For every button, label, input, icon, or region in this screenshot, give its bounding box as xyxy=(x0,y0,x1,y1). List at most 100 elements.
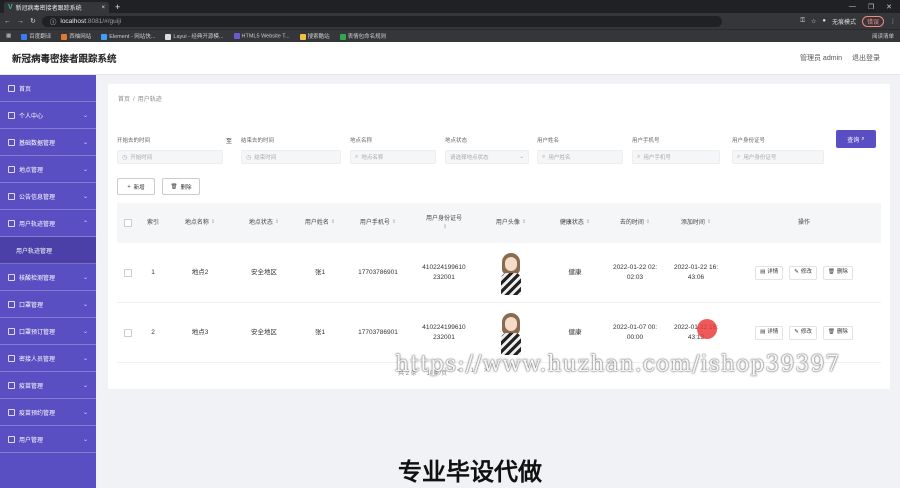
sidebar-item-notices[interactable]: 公告信息管理 ⌄ xyxy=(0,183,96,210)
sidebar-item-tracks[interactable]: 用户轨迹管理 ⌃ xyxy=(0,210,96,237)
avatar[interactable] xyxy=(499,311,523,355)
sidebar-item-profile[interactable]: 个人中心 ⌄ xyxy=(0,102,96,129)
edit-button[interactable]: ✎ 修改 xyxy=(789,325,817,340)
user-id-input[interactable]: ⌕ 用户身份证号 xyxy=(732,150,824,164)
column-header[interactable]: 添加时间 ⇕ xyxy=(665,219,727,228)
back-icon[interactable]: ← xyxy=(4,18,11,25)
sort-icon[interactable]: ⇕ xyxy=(211,219,215,227)
column-header[interactable]: 地点名称 ⇕ xyxy=(167,219,233,228)
maximize-icon[interactable]: ❐ xyxy=(868,3,874,11)
url-path: :8081/#/guiji xyxy=(86,17,122,25)
filter-label: 地点名称 xyxy=(350,138,373,144)
row-checkbox-cell[interactable] xyxy=(117,268,139,277)
chevron-down-icon: ⌄ xyxy=(82,193,88,200)
edit-button[interactable]: ✎ 修改 xyxy=(789,265,817,280)
bookmark-item[interactable]: 搜索酷站 xyxy=(299,32,330,40)
column-header[interactable]: 去的时间 ⇕ xyxy=(605,219,665,228)
cell-place: 地点2 xyxy=(191,268,209,276)
range-separator: 至 xyxy=(226,139,233,145)
column-header[interactable]: 健康状态 ⇕ xyxy=(545,219,605,228)
logout-link[interactable]: 退出登录 xyxy=(852,53,880,63)
bookmark-item[interactable]: Element - 网站快... xyxy=(101,32,155,40)
sort-icon[interactable]: ⇕ xyxy=(331,219,335,227)
input-placeholder: 地点名称 xyxy=(361,155,384,161)
menu-icon xyxy=(8,408,15,416)
column-header-label: 用户手机号 xyxy=(359,219,390,226)
sidebar-item-home[interactable]: 首页 xyxy=(0,75,96,102)
apps-icon[interactable]: ▦ xyxy=(6,33,11,39)
sort-icon[interactable]: ⇕ xyxy=(586,219,590,227)
column-header[interactable]: 用户身份证号 ⇕ xyxy=(411,215,477,232)
column-header[interactable]: 用户头像 ⇕ xyxy=(477,219,545,228)
minimize-icon[interactable]: — xyxy=(849,3,856,11)
start-time-input[interactable]: ◷ 开始时间 xyxy=(117,150,223,164)
breadcrumb-home[interactable]: 首页 xyxy=(118,97,130,103)
reload-icon[interactable]: ↻ xyxy=(30,17,36,25)
chevron-down-icon: ⌄ xyxy=(82,409,88,416)
place-name-input[interactable]: ⌕ 地点名称 xyxy=(350,150,436,164)
bookmark-label: 百度翻译 xyxy=(29,34,52,40)
sidebar-item-users[interactable]: 用户管理 ⌄ xyxy=(0,426,96,453)
trash-icon: 🗑 xyxy=(170,183,178,190)
sidebar-subitem-tracks[interactable]: 用户轨迹管理 xyxy=(0,237,96,264)
bookmark-favicon-icon xyxy=(165,33,172,40)
detail-button[interactable]: ▤ 详情 xyxy=(755,325,784,340)
bookmark-item[interactable]: 百度翻译 xyxy=(21,32,51,40)
address-bar[interactable]: ⓘ localhost:8081/#/guiji xyxy=(41,15,722,27)
cell-id-number: 410224199610 232001 xyxy=(411,323,477,343)
sidebar-item-vaccine-appointments[interactable]: 疫苗预约管理 ⌄ xyxy=(0,399,96,426)
trash-icon: 🗑 xyxy=(827,269,835,276)
close-window-icon[interactable]: ✕ xyxy=(886,3,892,11)
sidebar-item-masks[interactable]: 口罩管理 ⌄ xyxy=(0,291,96,318)
sort-icon[interactable]: ⇕ xyxy=(707,219,711,227)
sort-icon[interactable]: ⇕ xyxy=(443,224,447,232)
query-button[interactable]: 查询 ⌕ xyxy=(836,130,876,148)
trash-icon: 🗑 xyxy=(827,329,835,336)
browser-tab[interactable]: V 新冠病毒密接者跟踪系统 × xyxy=(4,2,109,13)
row-checkbox[interactable] xyxy=(124,328,132,337)
bookmark-item[interactable]: HTML5 Website T... xyxy=(233,32,290,39)
user-name-input[interactable]: ⌕ 用户姓名 xyxy=(537,150,623,164)
sidebar-item-vaccines[interactable]: 疫苗管理 ⌄ xyxy=(0,372,96,399)
user-phone-input[interactable]: ⌕ 用户手机号 xyxy=(632,150,720,164)
sort-icon[interactable]: ⇕ xyxy=(522,219,526,227)
sidebar-item-basic-data[interactable]: 基础数据管理 ⌄ xyxy=(0,129,96,156)
column-header[interactable]: 地点状态 ⇕ xyxy=(233,219,295,228)
end-time-input[interactable]: ◷ 结束时间 xyxy=(241,150,341,164)
sidebar-item-mask-orders[interactable]: 口罩预订管理 ⌄ xyxy=(0,318,96,345)
bookmark-item[interactable]: 西柚网站 xyxy=(61,32,91,40)
forward-icon[interactable]: → xyxy=(17,18,24,25)
menu-dots-icon[interactable]: ⋮ xyxy=(890,18,896,25)
sidebar-item-contacts[interactable]: 密接人员管理 ⌄ xyxy=(0,345,96,372)
sort-icon[interactable]: ⇕ xyxy=(646,219,650,227)
key-icon[interactable]: ⚿ xyxy=(800,18,805,25)
bookmark-item[interactable]: 表情包命名规则 xyxy=(339,32,386,40)
column-header-label: 地点名称 xyxy=(184,219,209,226)
detail-button[interactable]: ▤ 详情 xyxy=(755,265,784,280)
sidebar-item-label: 首页 xyxy=(19,86,32,93)
column-header[interactable]: 用户姓名 ⇕ xyxy=(295,219,345,228)
select-all-checkbox[interactable] xyxy=(124,219,132,227)
cell-name: 张1 xyxy=(314,268,326,276)
close-tab-icon[interactable]: × xyxy=(101,5,105,11)
sort-icon[interactable]: ⇕ xyxy=(392,219,396,227)
reading-list[interactable]: 阅读清单 xyxy=(872,32,894,40)
row-checkbox[interactable] xyxy=(124,268,132,277)
star-icon[interactable]: ☆ xyxy=(811,18,816,25)
add-button[interactable]: + 新增 xyxy=(117,178,155,195)
place-status-select[interactable]: 请选择地点状态 ⌄ xyxy=(445,150,529,164)
current-user[interactable]: 管理员 admin xyxy=(800,53,842,63)
bookmark-item[interactable]: Layui - 经典开源模... xyxy=(165,32,224,40)
sort-icon[interactable]: ⇕ xyxy=(275,219,279,227)
row-checkbox-cell[interactable] xyxy=(117,328,139,337)
select-all-checkbox-cell[interactable] xyxy=(117,219,139,227)
column-header[interactable]: 用户手机号 ⇕ xyxy=(345,219,411,228)
delete-button[interactable]: 🗑 删除 xyxy=(162,178,200,195)
sidebar-item-places[interactable]: 地点管理 ⌄ xyxy=(0,156,96,183)
new-tab-icon[interactable]: + xyxy=(115,2,120,12)
row-delete-button[interactable]: 🗑 删除 xyxy=(822,325,853,340)
error-button[interactable]: 错误 xyxy=(861,15,884,27)
sidebar-item-nucleic-tests[interactable]: 核酸检测管理 ⌄ xyxy=(0,264,96,291)
row-delete-button[interactable]: 🗑 删除 xyxy=(822,265,853,280)
avatar[interactable] xyxy=(499,251,523,295)
